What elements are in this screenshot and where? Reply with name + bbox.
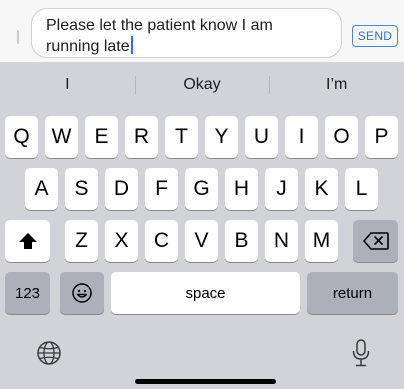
key-f[interactable]: F bbox=[145, 168, 178, 210]
globe-button[interactable] bbox=[35, 339, 63, 367]
key-j[interactable]: J bbox=[265, 168, 298, 210]
key-z[interactable]: Z bbox=[65, 220, 98, 262]
key-q[interactable]: Q bbox=[5, 116, 38, 158]
key-t[interactable]: T bbox=[165, 116, 198, 158]
key-r[interactable]: R bbox=[125, 116, 158, 158]
key-h[interactable]: H bbox=[225, 168, 258, 210]
key-m[interactable]: M bbox=[305, 220, 338, 262]
key-o[interactable]: O bbox=[325, 116, 358, 158]
keyboard: I Okay I’m Q W E R T Y U I O P A S D F G… bbox=[0, 62, 404, 389]
text-caret bbox=[130, 36, 133, 54]
return-key[interactable]: return bbox=[307, 272, 398, 314]
send-button[interactable]: SEND bbox=[352, 25, 398, 47]
key-l[interactable]: L bbox=[345, 168, 378, 210]
microphone-icon bbox=[352, 339, 370, 367]
suggestion-item[interactable]: I bbox=[0, 70, 135, 100]
key-d[interactable]: D bbox=[105, 168, 138, 210]
message-text: Please let the patient know I am running… bbox=[46, 17, 273, 55]
key-a[interactable]: A bbox=[25, 168, 58, 210]
shift-arrow-icon bbox=[18, 233, 37, 249]
home-indicator[interactable] bbox=[135, 379, 276, 384]
suggestion-item[interactable]: Okay bbox=[134, 70, 270, 100]
space-key[interactable]: space bbox=[111, 272, 300, 314]
key-p[interactable]: P bbox=[365, 116, 398, 158]
emoji-face-icon bbox=[72, 283, 92, 303]
key-i[interactable]: I bbox=[285, 116, 318, 158]
key-k[interactable]: K bbox=[305, 168, 338, 210]
key-s[interactable]: S bbox=[65, 168, 98, 210]
globe-icon bbox=[37, 341, 61, 365]
backspace-icon bbox=[362, 232, 389, 250]
key-y[interactable]: Y bbox=[205, 116, 238, 158]
key-v[interactable]: V bbox=[185, 220, 218, 262]
delete-key[interactable] bbox=[353, 220, 398, 262]
message-input[interactable]: Please let the patient know I am running… bbox=[31, 8, 342, 58]
emoji-key[interactable] bbox=[60, 272, 104, 314]
key-g[interactable]: G bbox=[185, 168, 218, 210]
compose-bar: Please let the patient know I am running… bbox=[0, 0, 404, 62]
key-w[interactable]: W bbox=[45, 116, 78, 158]
compose-edge-handle bbox=[17, 30, 19, 44]
dictation-button[interactable] bbox=[348, 337, 374, 369]
suggestion-bar: I Okay I’m bbox=[0, 70, 404, 100]
key-e[interactable]: E bbox=[85, 116, 118, 158]
suggestion-item[interactable]: I’m bbox=[269, 70, 404, 100]
key-u[interactable]: U bbox=[245, 116, 278, 158]
key-n[interactable]: N bbox=[265, 220, 298, 262]
key-c[interactable]: C bbox=[145, 220, 178, 262]
key-b[interactable]: B bbox=[225, 220, 258, 262]
numbers-key[interactable]: 123 bbox=[5, 272, 50, 314]
key-x[interactable]: X bbox=[105, 220, 138, 262]
shift-key[interactable] bbox=[5, 220, 50, 262]
